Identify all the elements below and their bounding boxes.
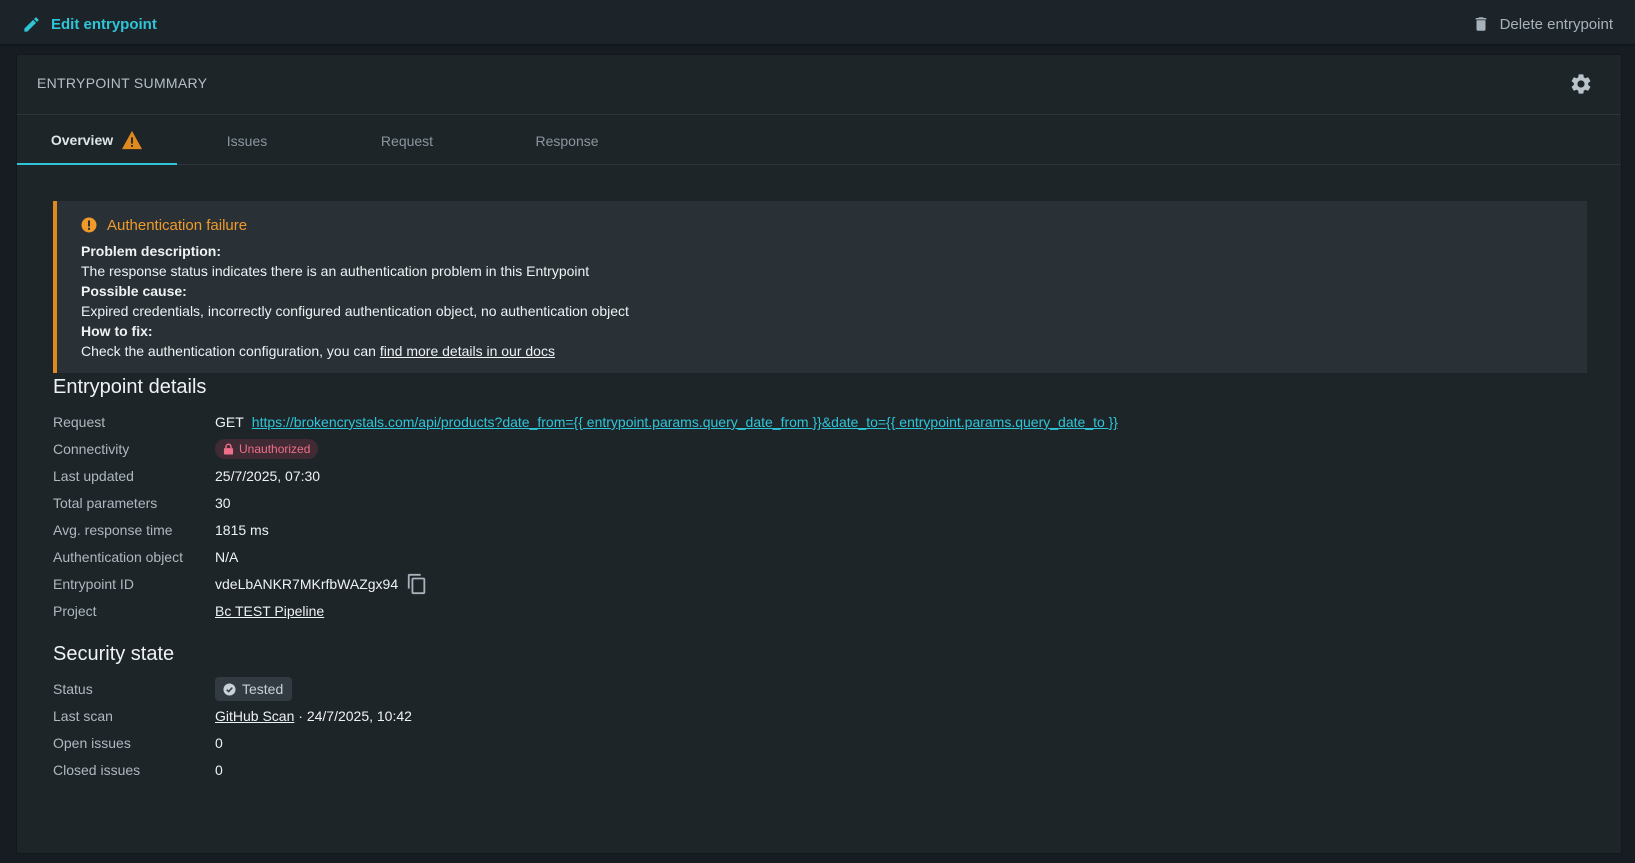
tab-response[interactable]: Response bbox=[487, 116, 647, 165]
edit-entrypoint-label: Edit entrypoint bbox=[51, 15, 157, 33]
request-method: GET bbox=[215, 414, 244, 430]
fix-heading: How to fix: bbox=[81, 323, 153, 339]
tab-response-label: Response bbox=[535, 132, 599, 149]
problem-heading: Problem description: bbox=[81, 243, 222, 259]
auth-object-value: N/A bbox=[215, 549, 239, 565]
tab-issues-label: Issues bbox=[226, 132, 268, 149]
delete-entrypoint-button[interactable]: Delete entrypoint bbox=[1472, 12, 1613, 36]
project-label: Project bbox=[53, 603, 97, 619]
entrypoint-id-text: vdeLbANKR7MKrfbWAZgx94 bbox=[215, 576, 399, 592]
last-scan-row: Last scan GitHub Scan · 24/7/2025, 10:42 bbox=[53, 706, 1553, 726]
entrypoint-id-row: Entrypoint ID vdeLbANKR7MKrfbWAZgx94 bbox=[53, 573, 1553, 595]
top-toolbar: Edit entrypoint Delete entrypoint bbox=[0, 0, 1635, 46]
open-issues-value: 0 bbox=[215, 735, 223, 751]
total-parameters-row: Total parameters 30 bbox=[53, 493, 1553, 513]
auth-object-label: Authentication object bbox=[53, 549, 183, 565]
request-label: Request bbox=[53, 414, 106, 430]
panel-title: ENTRYPOINT SUMMARY bbox=[37, 75, 208, 91]
auth-object-row: Authentication object N/A bbox=[53, 547, 1553, 567]
open-issues-label: Open issues bbox=[53, 735, 131, 751]
copy-icon[interactable] bbox=[406, 573, 428, 595]
cause-heading: Possible cause: bbox=[81, 283, 187, 299]
tab-issues[interactable]: Issues bbox=[167, 116, 327, 165]
tab-request[interactable]: Request bbox=[327, 116, 487, 165]
status-value: Tested bbox=[215, 677, 293, 701]
tested-badge: Tested bbox=[215, 677, 293, 701]
last-updated-row: Last updated 25/7/2025, 07:30 bbox=[53, 466, 1553, 486]
scan-date: · 24/7/2025, 10:42 bbox=[294, 708, 412, 724]
warning-icon bbox=[122, 130, 143, 149]
status-label: Status bbox=[53, 681, 93, 697]
pencil-icon bbox=[24, 16, 39, 32]
cause-text: Expired credentials, incorrectly configu… bbox=[81, 303, 629, 319]
total-parameters-value: 30 bbox=[215, 495, 231, 511]
alert-title: Authentication failure bbox=[81, 215, 1587, 235]
tab-overview-label: Overview bbox=[50, 131, 114, 148]
closed-issues-label: Closed issues bbox=[53, 762, 141, 778]
status-row: Status Tested bbox=[53, 677, 1553, 701]
last-updated-label: Last updated bbox=[53, 468, 134, 484]
fix-line: Check the authentication configuration, … bbox=[81, 341, 1587, 361]
entrypoint-id-value: vdeLbANKR7MKrfbWAZgx94 bbox=[215, 573, 428, 595]
project-link[interactable]: Bc TEST Pipeline bbox=[215, 603, 324, 619]
auth-failure-alert: Authentication failure Problem descripti… bbox=[53, 201, 1587, 373]
last-updated-value: 25/7/2025, 07:30 bbox=[215, 468, 321, 484]
request-url-link[interactable]: https://brokencrystals.com/api/products?… bbox=[252, 414, 1118, 430]
unauthorized-badge: Unauthorized bbox=[215, 439, 319, 459]
delete-entrypoint-label: Delete entrypoint bbox=[1499, 15, 1613, 33]
connectivity-row: Connectivity Unauthorized bbox=[53, 439, 1553, 459]
edit-entrypoint-button[interactable]: Edit entrypoint bbox=[22, 12, 157, 36]
tab-request-label: Request bbox=[380, 132, 434, 149]
alert-circle-icon bbox=[81, 217, 97, 233]
connectivity-value: Unauthorized bbox=[215, 439, 319, 459]
scan-link[interactable]: GitHub Scan bbox=[215, 708, 294, 724]
gear-icon[interactable] bbox=[1569, 72, 1593, 96]
lock-icon bbox=[223, 443, 234, 455]
response-time-value: 1815 ms bbox=[215, 522, 269, 538]
response-time-row: Avg. response time 1815 ms bbox=[53, 520, 1553, 540]
entrypoint-details-title: Entrypoint details bbox=[53, 376, 207, 398]
trash-icon bbox=[1475, 17, 1486, 31]
total-parameters-label: Total parameters bbox=[53, 495, 158, 511]
check-circle-icon bbox=[223, 682, 236, 696]
tested-badge-text: Tested bbox=[242, 681, 284, 697]
entrypoint-id-label: Entrypoint ID bbox=[53, 576, 134, 592]
docs-link[interactable]: find more details in our docs bbox=[380, 343, 555, 359]
project-row: Project Bc TEST Pipeline bbox=[53, 601, 1553, 621]
fix-text: Check the authentication configuration, … bbox=[81, 343, 380, 359]
request-row: Request GET https://brokencrystals.com/a… bbox=[53, 412, 1553, 432]
closed-issues-row: Closed issues 0 bbox=[53, 760, 1553, 780]
tab-bar: Overview Issues Request Response bbox=[17, 116, 1621, 165]
tab-overview[interactable]: Overview bbox=[17, 116, 177, 165]
connectivity-label: Connectivity bbox=[53, 441, 130, 457]
last-scan-value: GitHub Scan · 24/7/2025, 10:42 bbox=[215, 708, 412, 724]
open-issues-row: Open issues 0 bbox=[53, 733, 1553, 753]
unauthorized-badge-text: Unauthorized bbox=[239, 442, 311, 456]
closed-issues-value: 0 bbox=[215, 762, 223, 778]
security-state-title: Security state bbox=[53, 643, 175, 665]
problem-text: The response status indicates there is a… bbox=[81, 263, 590, 279]
entrypoint-summary-panel: ENTRYPOINT SUMMARY Overview Issues Reque… bbox=[16, 54, 1622, 854]
request-value: GET https://brokencrystals.com/api/produ… bbox=[215, 414, 1118, 430]
panel-header: ENTRYPOINT SUMMARY bbox=[17, 55, 1621, 115]
response-time-label: Avg. response time bbox=[53, 522, 173, 538]
alert-title-text: Authentication failure bbox=[107, 216, 248, 234]
last-scan-label: Last scan bbox=[53, 708, 113, 724]
